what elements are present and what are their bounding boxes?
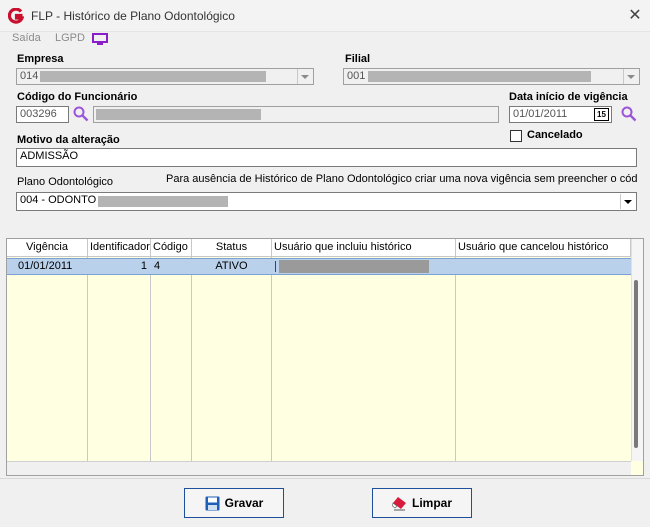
filial-value: 001 xyxy=(347,70,366,82)
chevron-down-icon xyxy=(301,74,309,79)
monitor-icon[interactable] xyxy=(92,33,108,46)
column-header-status[interactable]: Status xyxy=(192,239,272,257)
column-divider xyxy=(455,257,456,461)
cell-codigo: 4 xyxy=(154,260,161,272)
usuario-incluiu-redacted xyxy=(279,260,429,273)
cancelado-label: Cancelado xyxy=(527,129,583,141)
motivo-input[interactable]: ADMISSÃO xyxy=(16,148,637,167)
scrollbar-thumb[interactable] xyxy=(634,280,638,448)
historico-grid: Vigência Identificador Código Status Usu… xyxy=(6,238,644,476)
window-title: FLP - Histórico de Plano Odontológico xyxy=(31,9,235,23)
menu-item-lgpd[interactable]: LGPD xyxy=(55,32,85,44)
plano-dropdown-button[interactable] xyxy=(620,194,635,209)
grid-horizontal-scrollbar[interactable] xyxy=(7,461,631,475)
filial-name-redacted xyxy=(368,71,591,82)
text-cursor xyxy=(275,261,276,272)
empresa-label: Empresa xyxy=(17,53,64,65)
plano-hint: Para ausência de Histórico de Plano Odon… xyxy=(166,173,638,185)
table-row[interactable]: 01/01/2011 1 4 ATIVO xyxy=(7,258,631,275)
data-inicio-value: 01/01/2011 xyxy=(513,108,568,120)
close-icon[interactable]: ✕ xyxy=(624,5,646,27)
column-header-usuario-cancelou[interactable]: Usuário que cancelou histórico xyxy=(456,239,631,257)
gravar-button[interactable]: Gravar xyxy=(184,488,284,518)
grid-header: Vigência Identificador Código Status Usu… xyxy=(7,239,631,257)
column-divider xyxy=(87,257,88,461)
column-header-identificador[interactable]: Identificador xyxy=(88,239,151,257)
funcionario-name-redacted xyxy=(96,109,261,120)
filial-label: Filial xyxy=(345,53,371,65)
filial-dropdown-button[interactable] xyxy=(623,69,638,84)
eraser-icon xyxy=(392,496,406,510)
cell-status: ATIVO xyxy=(215,260,248,272)
column-divider xyxy=(271,257,272,461)
footer-divider xyxy=(0,478,650,479)
column-header-codigo[interactable]: Código xyxy=(151,239,192,257)
column-divider xyxy=(191,257,192,461)
cancelado-checkbox[interactable] xyxy=(510,130,522,142)
app-logo-icon xyxy=(8,8,24,24)
codigo-funcionario-label: Código do Funcionário xyxy=(17,91,138,103)
cell-identificador: 1 xyxy=(140,260,147,272)
column-header-vigencia[interactable]: Vigência xyxy=(7,239,88,257)
calendar-icon[interactable]: 15 xyxy=(594,108,609,121)
limpar-button[interactable]: Limpar xyxy=(372,488,472,518)
codigo-funcionario-input[interactable]: 003296 xyxy=(16,106,69,123)
data-inicio-label: Data início de vigência xyxy=(509,91,628,103)
search-icon[interactable] xyxy=(620,105,638,123)
search-icon[interactable] xyxy=(72,105,90,123)
empresa-value: 014 xyxy=(20,70,39,82)
chevron-down-icon xyxy=(624,199,632,204)
limpar-label: Limpar xyxy=(411,496,452,510)
plano-value: 004 - ODONTO xyxy=(20,194,97,206)
cell-vigencia: 01/01/2011 xyxy=(18,260,73,272)
motivo-label: Motivo da alteração xyxy=(17,134,120,146)
plano-label: Plano Odontológico xyxy=(17,176,114,188)
gravar-label: Gravar xyxy=(224,496,264,510)
save-icon xyxy=(205,496,220,510)
plano-name-redacted xyxy=(98,196,228,207)
column-divider xyxy=(150,257,151,461)
empresa-name-redacted xyxy=(40,71,266,82)
column-header-usuario-incluiu[interactable]: Usuário que incluiu histórico xyxy=(272,239,456,257)
menu-item-saida[interactable]: Saída xyxy=(12,32,41,44)
empresa-dropdown-button[interactable] xyxy=(297,69,312,84)
chevron-down-icon xyxy=(627,74,635,79)
